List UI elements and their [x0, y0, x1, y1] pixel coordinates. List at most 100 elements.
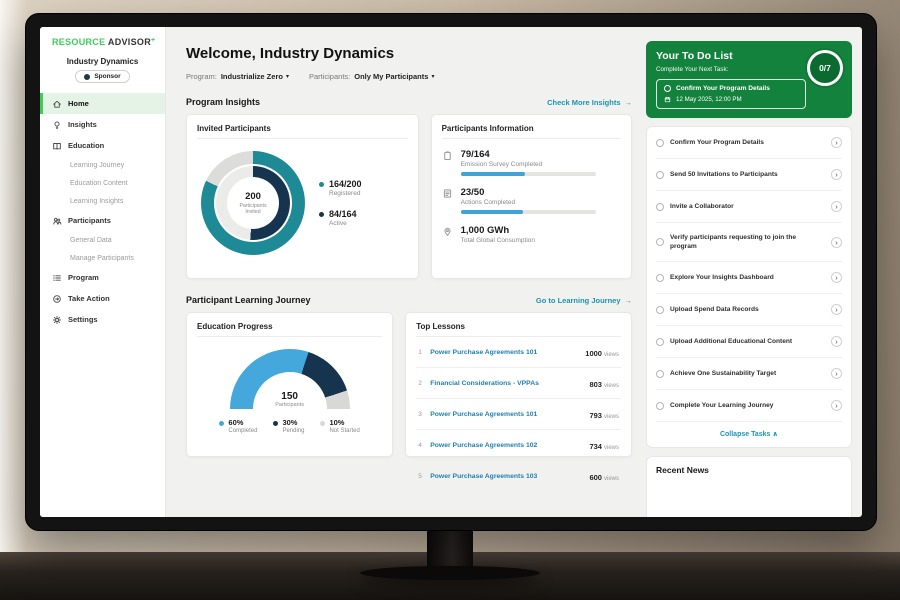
calendar-icon [664, 96, 671, 103]
task-checkbox[interactable] [656, 274, 664, 282]
sidebar-item-take-action[interactable]: Take Action [40, 288, 165, 309]
sidebar-item-settings[interactable]: Settings [40, 309, 165, 330]
info-value: 79/164 [461, 149, 596, 160]
learning-cards-row: Education Progress 150 Participants 60% [186, 312, 632, 457]
task-label: Explore Your Insights Dashboard [670, 273, 802, 282]
card-title: Education Progress [197, 322, 382, 337]
app-logo: RESOURCE ADVISOR+ [40, 27, 165, 47]
legend-item-pending: 30% Pending [273, 418, 304, 434]
views-suffix: views [604, 352, 619, 358]
task-row[interactable]: Achieve One Sustainability Target › [656, 358, 842, 390]
sidebar-item-education-content[interactable]: Education Content [40, 174, 165, 192]
chevron-right-icon[interactable]: › [831, 304, 842, 315]
lesson-rank: 4 [418, 442, 430, 449]
task-row[interactable]: Upload Additional Educational Content › [656, 326, 842, 358]
info-value: 23/50 [461, 187, 596, 198]
sidebar-item-learning-journey[interactable]: Learning Journey [40, 156, 165, 174]
gauge-legend: 60% Completed 30% Pending [197, 418, 382, 434]
task-label: Invite a Collaborator [670, 202, 802, 211]
info-label: Total Global Consumption [461, 237, 535, 244]
card-title: Participants Information [442, 124, 621, 139]
settings-gear-icon [52, 315, 62, 325]
task-checkbox[interactable] [656, 370, 664, 378]
invited-card-body: 200 Participants Invited 164/200 Registe [197, 139, 408, 255]
task-checkbox[interactable] [656, 139, 664, 147]
card-title: Top Lessons [416, 322, 621, 337]
link-label: Go to Learning Journey [536, 296, 621, 305]
chevron-right-icon[interactable]: › [831, 336, 842, 347]
check-more-insights-link[interactable]: Check More Insights → [547, 98, 632, 107]
chevron-right-icon[interactable]: › [831, 137, 842, 148]
donut-ring-gap: 200 Participants Invited [214, 164, 292, 242]
legend-name: Completed [228, 428, 257, 434]
legend-dot [273, 421, 278, 426]
legend-item-active: 84/164 Active [319, 209, 362, 227]
sidebar-item-label: Learning Journey [70, 162, 124, 169]
insights-icon [52, 120, 62, 130]
sponsor-icon [84, 74, 90, 80]
program-filter-dropdown[interactable]: Program: Industrialize Zero ▾ [186, 72, 289, 81]
logo-advisor: ADVISOR [108, 37, 151, 47]
task-row[interactable]: Invite a Collaborator › [656, 191, 842, 223]
task-label: Achieve One Sustainability Target [670, 369, 802, 378]
lesson-link[interactable]: Power Purchase Agreements 102 [430, 442, 537, 449]
legend-value: 60% [228, 418, 257, 427]
gauge-center-value: 150 [230, 391, 350, 402]
education-icon [52, 141, 62, 151]
chevron-right-icon[interactable]: › [831, 400, 842, 411]
task-status-icon [664, 85, 671, 92]
lesson-views: 734 [589, 442, 602, 451]
sidebar-item-participants[interactable]: Participants [40, 210, 165, 231]
org-name: Industry Dynamics [40, 57, 165, 66]
task-row[interactable]: Complete Your Learning Journey › [656, 390, 842, 422]
sidebar-item-learning-insights[interactable]: Learning Insights [40, 192, 165, 210]
legend-name: Not Started [329, 428, 359, 434]
lesson-link[interactable]: Power Purchase Agreements 103 [430, 473, 537, 480]
next-task-box[interactable]: Confirm Your Program Details 12 May 2025… [656, 79, 806, 109]
todo-task-list: Confirm Your Program Details › Send 50 I… [646, 126, 852, 448]
lesson-link[interactable]: Financial Considerations - VPPAs [430, 380, 539, 387]
sidebar-item-program[interactable]: Program [40, 267, 165, 288]
progress-bar-track [461, 172, 596, 176]
task-row[interactable]: Upload Spend Data Records › [656, 294, 842, 326]
task-row[interactable]: Verify participants requesting to join t… [656, 223, 842, 262]
lesson-link[interactable]: Power Purchase Agreements 101 [430, 411, 537, 418]
task-checkbox[interactable] [656, 171, 664, 179]
chevron-right-icon[interactable]: › [831, 272, 842, 283]
task-checkbox[interactable] [656, 306, 664, 314]
task-checkbox[interactable] [656, 203, 664, 211]
task-checkbox[interactable] [656, 338, 664, 346]
legend-value: 84/164 [329, 209, 357, 219]
go-to-learning-journey-link[interactable]: Go to Learning Journey → [536, 296, 632, 305]
sidebar-item-home[interactable]: Home [40, 93, 165, 114]
chevron-right-icon[interactable]: › [831, 237, 842, 248]
lesson-rank: 5 [418, 473, 430, 480]
sidebar-item-education[interactable]: Education [40, 135, 165, 156]
legend-item-not-started: 10% Not Started [320, 418, 359, 434]
invited-legend: 164/200 Registered 84/164 Active [319, 179, 362, 227]
task-checkbox[interactable] [656, 402, 664, 410]
sidebar-item-insights[interactable]: Insights [40, 114, 165, 135]
lesson-link[interactable]: Power Purchase Agreements 101 [430, 349, 537, 356]
section-title-learning-journey: Participant Learning Journey [186, 295, 311, 305]
info-row-actions: 23/50 Actions Completed [442, 187, 621, 214]
sidebar-nav: Home Insights Education Learning Journey… [40, 93, 165, 330]
lesson-row: 3 Power Purchase Agreements 101 793views [416, 399, 621, 430]
chevron-right-icon[interactable]: › [831, 201, 842, 212]
task-row[interactable]: Explore Your Insights Dashboard › [656, 262, 842, 294]
task-row[interactable]: Confirm Your Program Details › [656, 127, 842, 159]
sidebar-item-general-data[interactable]: General Data [40, 231, 165, 249]
progress-bar-track [461, 210, 596, 214]
task-checkbox[interactable] [656, 238, 664, 246]
legend-value: 164/200 [329, 179, 362, 189]
participants-filter-label: Participants: [309, 72, 350, 81]
chevron-right-icon[interactable]: › [831, 368, 842, 379]
participants-filter-dropdown[interactable]: Participants: Only My Participants ▾ [309, 72, 434, 81]
sidebar-item-manage-participants[interactable]: Manage Participants [40, 249, 165, 267]
sponsor-badge[interactable]: Sponsor [75, 70, 129, 83]
collapse-tasks-link[interactable]: Collapse Tasks ∧ [656, 422, 842, 447]
chevron-right-icon[interactable]: › [831, 169, 842, 180]
task-row[interactable]: Send 50 Invitations to Participants › [656, 159, 842, 191]
sidebar-item-label: Education Content [70, 180, 128, 187]
program-insights-header: Program Insights Check More Insights → [186, 97, 632, 107]
